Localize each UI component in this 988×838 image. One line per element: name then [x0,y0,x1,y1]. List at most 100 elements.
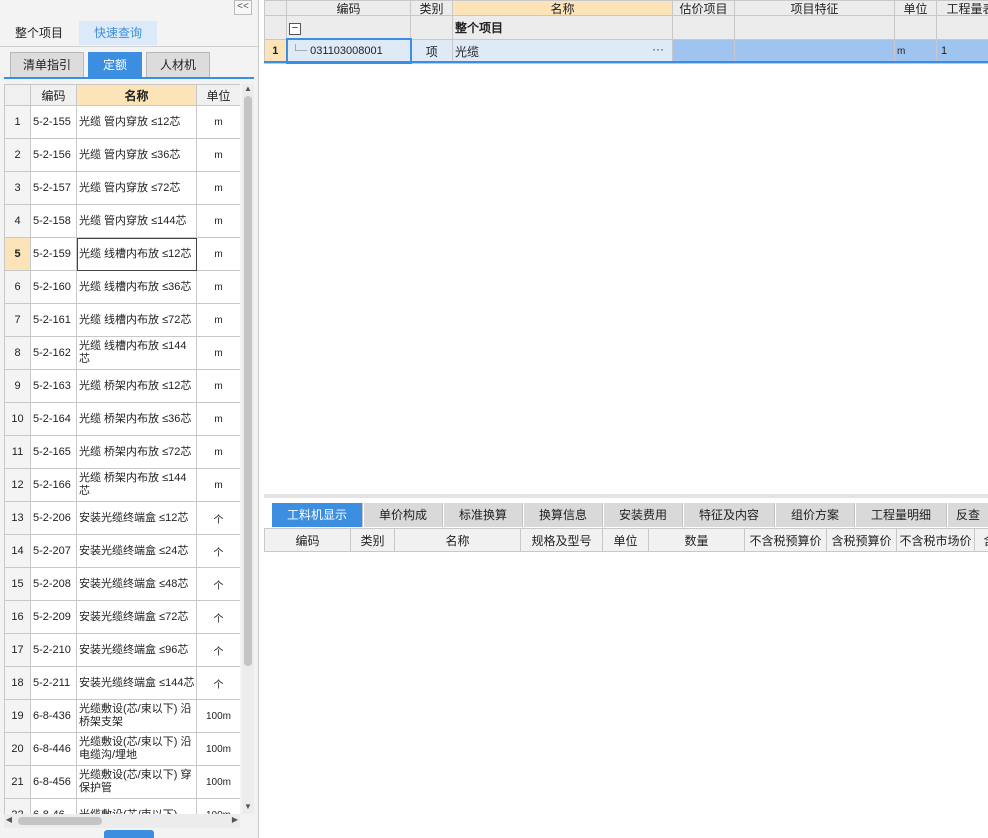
table-row[interactable]: 19 6-8-436 光缆敷设(芯/束以下) 沿桥架支架 100m [4,699,240,733]
tab-quick-search[interactable]: 快速查询 [79,21,157,45]
row-number-cell[interactable]: 8 [4,336,31,370]
tab-whole-project[interactable]: 整个项目 [0,21,78,45]
table-row[interactable]: 2 5-2-156 光缆 管内穿放 ≤36芯 m [4,138,240,172]
code-cell[interactable]: 5-2-158 [30,204,77,238]
table-row[interactable]: 7 5-2-161 光缆 线槽内布放 ≤72芯 m [4,303,240,337]
row-number-cell[interactable]: 11 [4,435,31,469]
panel-splitter[interactable] [264,494,988,498]
unit-column-header[interactable]: 单位 [894,0,937,16]
name-cell[interactable]: 安装光缆终端盒 ≤24芯 [76,534,197,568]
row-number-cell[interactable]: 14 [4,534,31,568]
scroll-right-icon[interactable]: ▶ [230,815,240,827]
code-cell[interactable]: 5-2-163 [30,369,77,403]
unit-cell[interactable]: 个 [196,666,240,700]
unit-cell[interactable]: m [196,336,240,370]
type-cell[interactable]: 项 [410,38,453,64]
code-cell[interactable]: 5-2-164 [30,402,77,436]
quantity-column-header[interactable]: 数量 [648,528,745,552]
unit-cell[interactable]: 100m [196,732,240,766]
incl-column-header[interactable]: 含 [974,528,988,552]
tab-materials-display[interactable]: 工料机显示 [272,503,363,527]
code-cell[interactable]: 5-2-161 [30,303,77,337]
subtab-quota[interactable]: 定额 [88,52,142,77]
row-number-cell[interactable]: 6 [4,270,31,304]
type-column-header[interactable]: 类别 [350,528,395,552]
name-cell[interactable]: 光缆 线槽内布放 ≤72芯 [76,303,197,337]
code-cell[interactable]: 5-2-156 [30,138,77,172]
table-row[interactable]: 13 5-2-206 安装光缆终端盒 ≤12芯个 [4,501,240,535]
tab-unit-price[interactable]: 单价构成 [364,503,443,527]
row-number-cell[interactable]: 17 [4,633,31,667]
unit-cell[interactable]: 个 [196,534,240,568]
name-column-header[interactable]: 名称 [452,0,673,16]
table-row[interactable]: 6 5-2-160 光缆 线槽内布放 ≤36芯 m [4,270,240,304]
code-cell[interactable]: 5-2-206 [30,501,77,535]
row-number-cell[interactable]: 1 [4,105,31,139]
name-cell[interactable]: 光缆敷设(芯/束以下) 沿桥架支架 [76,699,197,733]
code-column-header[interactable]: 编码 [286,0,411,16]
name-column-header[interactable]: 名称 [394,528,521,552]
name-cell[interactable]: 安装光缆终端盒 ≤72芯 [76,600,197,634]
row-number-cell[interactable]: 7 [4,303,31,337]
tab-conversion-info[interactable]: 换算信息 [524,503,603,527]
scroll-up-icon[interactable]: ▲ [242,84,254,94]
unit-cell[interactable]: m [196,468,240,502]
feature-cell[interactable] [734,38,895,64]
table-row[interactable]: 3 5-2-157 光缆 管内穿放 ≤72芯 m [4,171,240,205]
unit-cell[interactable]: m [196,435,240,469]
market-price-excl-tax-header[interactable]: 不含税市场价 [896,528,975,552]
code-cell[interactable]: 5-2-207 [30,534,77,568]
name-column-header[interactable]: 名称 [76,84,197,106]
horizontal-scroll-thumb[interactable] [18,817,102,825]
code-cell[interactable]: └─ 031103008001 [285,38,412,64]
group-row[interactable]: − 整个项目 [264,15,988,40]
name-cell[interactable]: 光缆 桥架内布放 ≤36芯 [76,402,197,436]
code-cell[interactable]: 5-2-155 [30,105,77,139]
table-row[interactable]: 20 6-8-446 光缆敷设(芯/束以下) 沿电缆沟/埋地 100m [4,732,240,766]
row-number-cell[interactable]: 20 [4,732,31,766]
row-number-cell[interactable]: 15 [4,567,31,601]
name-cell[interactable]: 安装光缆终端盒 ≤144芯 [76,666,197,700]
vertical-scroll-thumb[interactable] [244,96,252,666]
tab-features-content[interactable]: 特征及内容 [684,503,775,527]
budget-price-excl-tax-header[interactable]: 不含税预算价 [744,528,827,552]
row-number-cell[interactable]: 9 [4,369,31,403]
code-column-header[interactable]: 编码 [264,528,351,552]
table-row[interactable]: 1 5-2-155 光缆 管内穿放 ≤12芯 m [4,105,240,139]
table-row[interactable]: 4 5-2-158 光缆 管内穿放 ≤144芯 m [4,204,240,238]
code-cell[interactable]: 5-2-165 [30,435,77,469]
name-cell[interactable]: 光缆 线槽内布放 ≤144芯 [76,336,197,370]
unit-cell[interactable]: 个 [196,633,240,667]
more-options-icon[interactable]: ··· [652,42,664,56]
bottom-handle[interactable] [104,830,154,838]
code-cell[interactable]: 6-8-436 [30,699,77,733]
table-row[interactable]: 9 5-2-163 光缆 桥架内布放 ≤12芯 m [4,369,240,403]
table-row[interactable]: 11 5-2-165 光缆 桥架内布放 ≤72芯 m [4,435,240,469]
table-row[interactable]: 15 5-2-208 安装光缆终端盒 ≤48芯个 [4,567,240,601]
name-cell[interactable]: 光缆 桥架内布放 ≤12芯 [76,369,197,403]
price-item-cell[interactable] [672,38,735,64]
unit-cell[interactable]: 个 [196,501,240,535]
unit-column-header[interactable]: 单位 [602,528,649,552]
name-cell[interactable]: 光缆 管内穿放 ≤12芯 [76,105,197,139]
table-row[interactable]: 17 5-2-210 安装光缆终端盒 ≤96芯个 [4,633,240,667]
row-number-cell[interactable]: 16 [4,600,31,634]
code-cell[interactable]: 5-2-166 [30,468,77,502]
unit-cell[interactable]: m [196,105,240,139]
tab-standard-conversion[interactable]: 标准换算 [444,503,523,527]
name-cell[interactable]: 光缆 管内穿放 ≤72芯 [76,171,197,205]
quantity-column-header[interactable]: 工程量表 [936,0,988,16]
code-cell[interactable]: 5-2-162 [30,336,77,370]
quantity-cell[interactable]: 1 [936,38,988,64]
row-number-cell[interactable]: 4 [4,204,31,238]
unit-cell[interactable]: 个 [196,567,240,601]
type-column-header[interactable]: 类别 [410,0,453,16]
tab-installation-fee[interactable]: 安装费用 [604,503,683,527]
name-cell[interactable]: 安装光缆终端盒 ≤96芯 [76,633,197,667]
spec-column-header[interactable]: 规格及型号 [520,528,603,552]
row-number-cell[interactable]: 19 [4,699,31,733]
unit-cell[interactable]: 100m [196,699,240,733]
name-cell[interactable]: 光缆 桥架内布放 ≤144芯 [76,468,197,502]
unit-cell[interactable]: m [196,237,240,271]
unit-cell[interactable]: 个 [196,600,240,634]
